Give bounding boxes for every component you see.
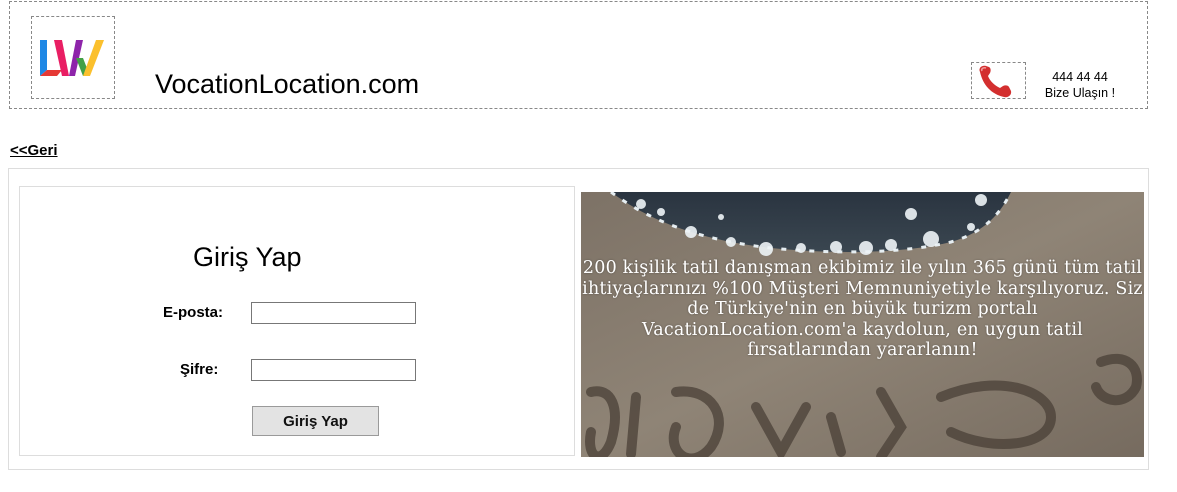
phone-button[interactable]	[971, 62, 1026, 99]
login-panel: Giriş Yap E-posta: Şifre: Giriş Yap	[19, 186, 575, 456]
lv-logo-icon	[40, 39, 104, 76]
password-label: Şifre:	[180, 361, 219, 378]
promo-text: 200 kişilik tatil danışman ekibimiz ile …	[582, 258, 1143, 360]
logo[interactable]	[31, 16, 115, 99]
login-title: Giriş Yap	[193, 242, 302, 272]
contact-label: Bize Ulaşın !	[1044, 86, 1116, 100]
main-content: Giriş Yap E-posta: Şifre: Giriş Yap 200 …	[8, 168, 1149, 470]
site-title: VocationLocation.com	[155, 69, 420, 99]
phone-number: 444 44 44	[1052, 70, 1108, 84]
login-button[interactable]: Giriş Yap	[252, 406, 379, 436]
email-input[interactable]	[251, 302, 416, 324]
password-input[interactable]	[251, 359, 416, 381]
contact-info: 444 44 44 Bize Ulaşın !	[1030, 69, 1130, 101]
site-header: VocationLocation.com 444 44 44 Bize Ulaş…	[9, 1, 1148, 109]
phone-icon	[978, 65, 1011, 97]
promo-banner: 200 kişilik tatil danışman ekibimiz ile …	[581, 192, 1144, 457]
email-label: E-posta:	[163, 304, 223, 321]
back-link[interactable]: <<Geri	[10, 142, 58, 159]
